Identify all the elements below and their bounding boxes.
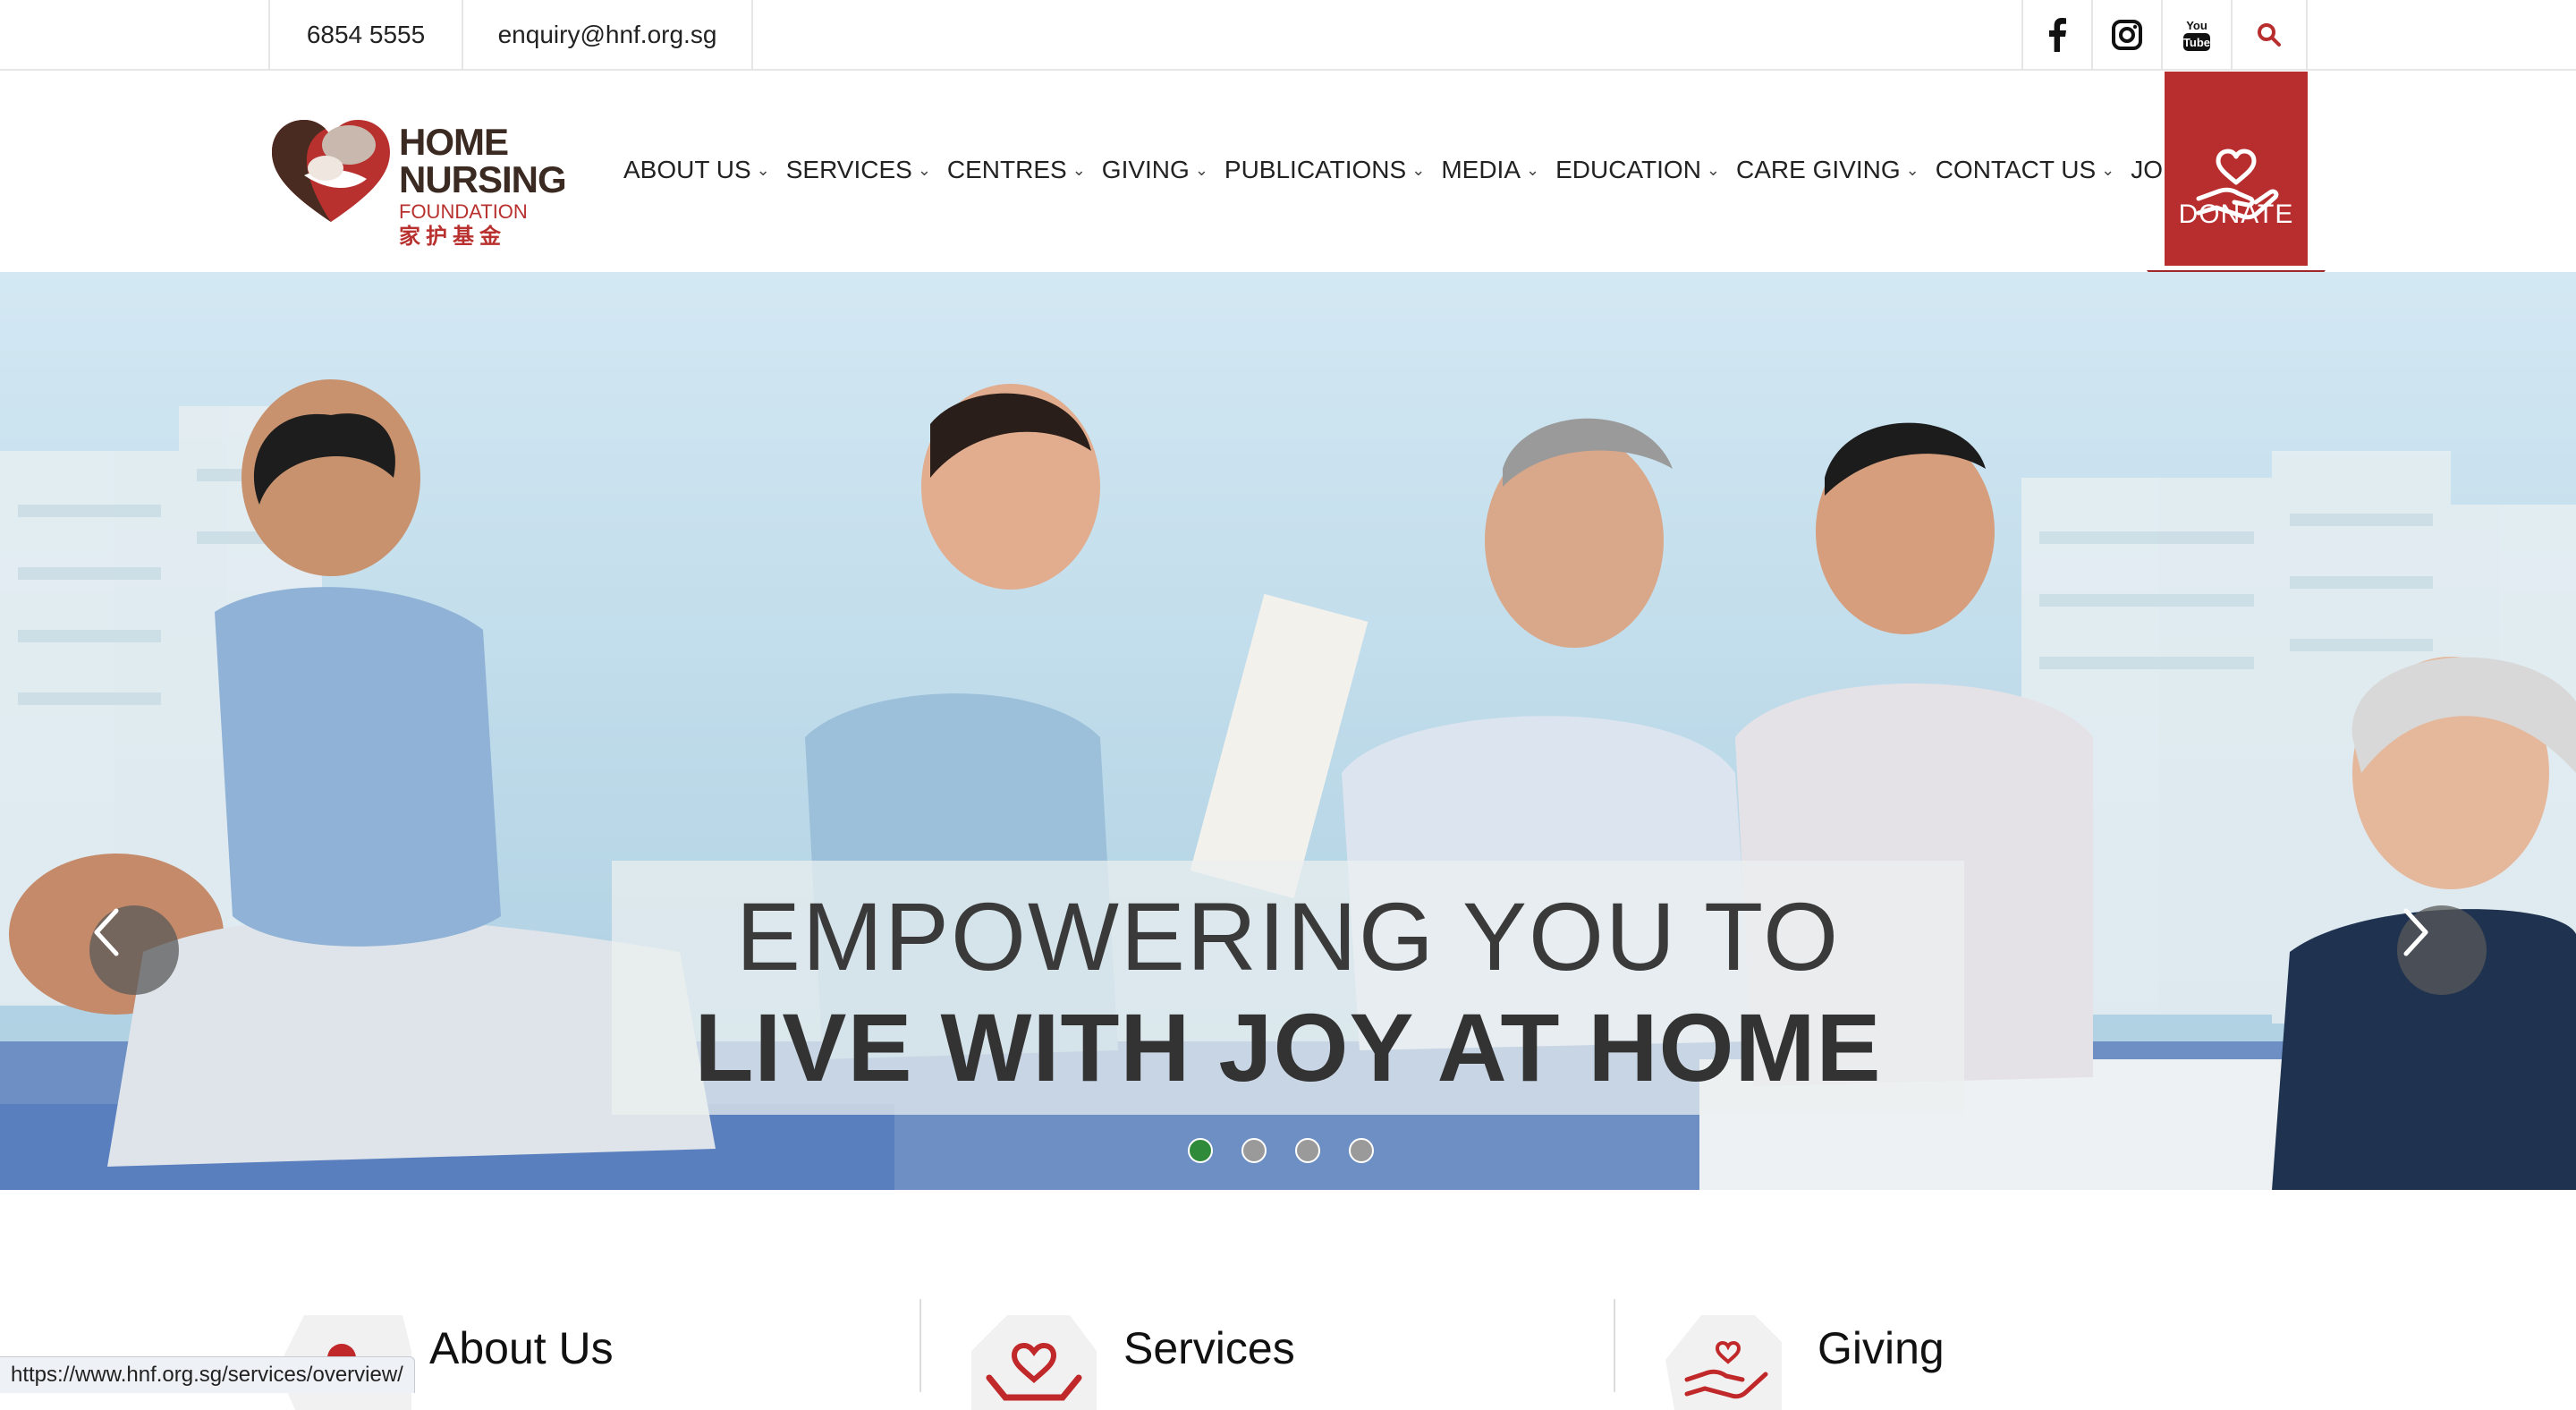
feature-title[interactable]: Services <box>1123 1322 1295 1374</box>
facebook-link[interactable] <box>2021 0 2091 70</box>
hero-caption: EMPOWERING YOU TO LIVE WITH JOY AT HOME <box>612 861 1964 1115</box>
chevron-down-icon: ⌄ <box>756 160 770 179</box>
chevron-down-icon: ⌄ <box>2101 160 2115 179</box>
nav-care-giving[interactable]: CARE GIVING ⌄ <box>1736 156 1919 184</box>
search-button[interactable] <box>2231 0 2308 70</box>
feature-title[interactable]: Giving <box>1818 1322 1945 1374</box>
carousel-dot-1[interactable] <box>1188 1138 1213 1163</box>
nav-about-us[interactable]: ABOUT US ⌄ <box>623 156 770 184</box>
nav-media[interactable]: MEDIA ⌄ <box>1441 156 1539 184</box>
giving-icon <box>1665 1315 1782 1410</box>
instagram-link[interactable] <box>2091 0 2161 70</box>
chevron-down-icon: ⌄ <box>1706 160 1721 179</box>
feature-services[interactable]: Services <box>971 1297 1597 1410</box>
email-link[interactable]: enquiry@hnf.org.sg <box>462 0 753 70</box>
feature-divider <box>919 1299 921 1392</box>
logo-line-nursing: NURSING <box>399 158 567 200</box>
chevron-down-icon: ⌄ <box>1905 160 1919 179</box>
feature-giving[interactable]: Giving <box>1665 1297 2292 1410</box>
carousel-dot-4[interactable] <box>1349 1138 1374 1163</box>
main-nav: ABOUT US ⌄ SERVICES ⌄ CENTRES ⌄ GIVING ⌄ PUB… <box>623 152 2265 188</box>
logo-line-foundation: FOUNDATION <box>399 200 528 223</box>
carousel-next-button[interactable] <box>2397 905 2487 995</box>
nav-contact-us[interactable]: CONTACT US ⌄ <box>1936 156 2115 184</box>
search-icon[interactable] <box>2257 22 2282 47</box>
heart-hands-logo-icon <box>272 120 390 222</box>
hero-carousel: EMPOWERING YOU TO LIVE WITH JOY AT HOME <box>0 272 2576 1190</box>
logo-text: HOME NURSING FOUNDATION 家护基金 <box>399 121 567 249</box>
donate-button[interactable]: DONATE <box>2165 72 2308 266</box>
site-logo[interactable]: HOME NURSING FOUNDATION 家护基金 <box>268 113 567 247</box>
carousel-dot-3[interactable] <box>1295 1138 1320 1163</box>
nav-label[interactable]: CENTRES <box>947 156 1067 184</box>
hero-caption-line2: LIVE WITH JOY AT HOME <box>694 993 1882 1101</box>
chevron-down-icon: ⌄ <box>1411 160 1426 179</box>
carousel-prev-button[interactable] <box>89 905 179 995</box>
logo-line-home: HOME <box>399 121 509 163</box>
browser-status-url: https://www.hnf.org.sg/services/overview… <box>0 1356 415 1393</box>
svg-text:Tube: Tube <box>2183 36 2210 49</box>
chevron-down-icon: ⌄ <box>1526 160 1540 179</box>
nav-label[interactable]: SERVICES <box>786 156 912 184</box>
email-text[interactable]: enquiry@hnf.org.sg <box>498 21 717 49</box>
chevron-down-icon: ⌄ <box>1194 160 1208 179</box>
nav-publications[interactable]: PUBLICATIONS ⌄ <box>1224 156 1425 184</box>
youtube-icon[interactable]: You Tube <box>2182 17 2212 53</box>
nav-label[interactable]: PUBLICATIONS <box>1224 156 1406 184</box>
instagram-icon[interactable] <box>2112 20 2142 50</box>
nav-label[interactable]: CONTACT US <box>1936 156 2096 184</box>
carousel-dots <box>1188 1138 1402 1163</box>
carousel-dot-2[interactable] <box>1241 1138 1267 1163</box>
services-icon <box>971 1315 1097 1410</box>
youtube-link[interactable]: You Tube <box>2161 0 2231 70</box>
nav-label[interactable]: GIVING <box>1102 156 1190 184</box>
chevron-down-icon: ⌄ <box>1072 160 1086 179</box>
donate-label[interactable]: DONATE <box>2165 200 2308 230</box>
chevron-down-icon: ⌄ <box>917 160 931 179</box>
chevron-right-icon <box>2403 908 2428 956</box>
phone-number[interactable]: 6854 5555 <box>268 0 462 70</box>
nav-label[interactable]: EDUCATION <box>1555 156 1701 184</box>
logo-line-chinese: 家护基金 <box>399 224 506 249</box>
phone-text[interactable]: 6854 5555 <box>307 21 425 49</box>
top-bar: 6854 5555 enquiry@hnf.org.sg You Tube <box>0 0 2576 71</box>
nav-education[interactable]: EDUCATION ⌄ <box>1555 156 1720 184</box>
hero-caption-line1: EMPOWERING YOU TO <box>735 882 1841 990</box>
nav-centres[interactable]: CENTRES ⌄ <box>947 156 1086 184</box>
nav-label[interactable]: ABOUT US <box>623 156 751 184</box>
svg-text:You: You <box>2186 19 2207 32</box>
nav-giving[interactable]: GIVING ⌄ <box>1102 156 1208 184</box>
feature-title[interactable]: About Us <box>429 1322 614 1374</box>
nav-services[interactable]: SERVICES ⌄ <box>786 156 931 184</box>
chevron-left-icon <box>94 908 119 956</box>
nav-label[interactable]: MEDIA <box>1441 156 1521 184</box>
nav-label[interactable]: CARE GIVING <box>1736 156 1901 184</box>
feature-divider <box>1614 1299 1615 1392</box>
facebook-icon[interactable] <box>2047 18 2067 52</box>
